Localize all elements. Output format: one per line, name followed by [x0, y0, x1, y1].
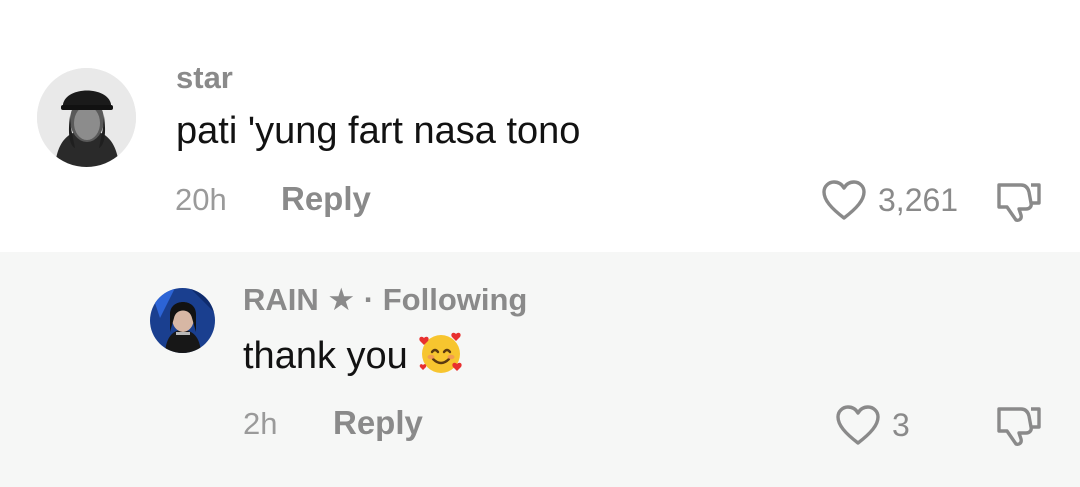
avatar[interactable] [150, 288, 215, 353]
reply-button[interactable]: Reply [281, 180, 371, 218]
like-count: 3 [892, 407, 910, 443]
reply-text-content: thank you [243, 335, 408, 378]
reply-item: RAIN ★ · Following thank you 2h Reply 3 [0, 252, 1080, 487]
heart-icon[interactable] [835, 404, 881, 451]
avatar[interactable] [37, 68, 136, 167]
comment-text: pati 'yung fart nasa tono [176, 110, 581, 152]
reply-timestamp: 2h [243, 406, 278, 441]
reply-username[interactable]: RAIN ★ · Following [243, 282, 527, 318]
reply-button[interactable]: Reply [333, 404, 423, 442]
thumbs-down-icon[interactable] [995, 403, 1043, 452]
comment-username[interactable]: star [176, 60, 233, 96]
heart-icon[interactable] [821, 179, 867, 226]
smiling-face-with-hearts-icon [418, 330, 464, 386]
reply-text: thank you [243, 330, 464, 386]
like-count: 3,261 [878, 182, 959, 218]
thumbs-down-icon[interactable] [995, 179, 1043, 228]
comment-timestamp: 20h [175, 182, 227, 217]
comment-item: star pati 'yung fart nasa tono 20h Reply… [0, 0, 1080, 252]
